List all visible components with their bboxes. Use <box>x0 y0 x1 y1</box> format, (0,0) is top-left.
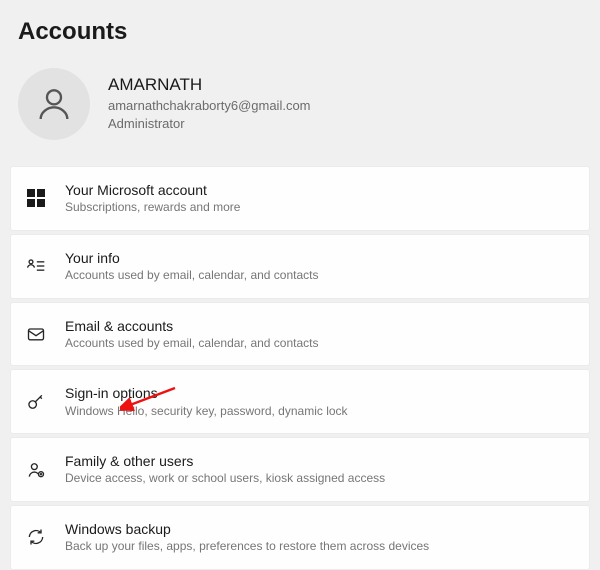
microsoft-icon <box>25 187 47 209</box>
row-your-info[interactable]: Your info Accounts used by email, calend… <box>10 234 590 299</box>
profile-block: AMARNATH amarnathchakraborty6@gmail.com … <box>18 68 590 140</box>
row-title: Your Microsoft account <box>65 181 240 199</box>
row-text: Family & other users Device access, work… <box>65 452 385 487</box>
profile-text: AMARNATH amarnathchakraborty6@gmail.com … <box>108 75 311 132</box>
row-text: Your info Accounts used by email, calend… <box>65 249 318 284</box>
row-title: Email & accounts <box>65 317 318 335</box>
row-sub: Accounts used by email, calendar, and co… <box>65 336 318 352</box>
key-icon <box>25 391 47 413</box>
family-icon <box>25 459 47 481</box>
row-text: Windows backup Back up your files, apps,… <box>65 520 429 555</box>
profile-email: amarnathchakraborty6@gmail.com <box>108 97 311 115</box>
avatar <box>18 68 90 140</box>
email-icon <box>25 323 47 345</box>
page-title: Accounts <box>18 18 590 46</box>
row-title: Family & other users <box>65 452 385 470</box>
row-text: Sign-in options Windows Hello, security … <box>65 384 348 419</box>
accounts-page: Accounts AMARNATH amarnathchakraborty6@g… <box>0 0 600 570</box>
backup-icon <box>25 526 47 548</box>
row-microsoft-account[interactable]: Your Microsoft account Subscriptions, re… <box>10 166 590 231</box>
person-icon <box>34 84 74 124</box>
row-title: Sign-in options <box>65 384 348 402</box>
row-sign-in-options[interactable]: Sign-in options Windows Hello, security … <box>10 369 590 434</box>
row-email-accounts[interactable]: Email & accounts Accounts used by email,… <box>10 302 590 367</box>
row-title: Your info <box>65 249 318 267</box>
row-text: Email & accounts Accounts used by email,… <box>65 317 318 352</box>
profile-name: AMARNATH <box>108 75 311 95</box>
row-sub: Back up your files, apps, preferences to… <box>65 539 429 555</box>
row-title: Windows backup <box>65 520 429 538</box>
profile-role: Administrator <box>108 115 311 133</box>
row-text: Your Microsoft account Subscriptions, re… <box>65 181 240 216</box>
row-sub: Device access, work or school users, kio… <box>65 471 385 487</box>
row-family-users[interactable]: Family & other users Device access, work… <box>10 437 590 502</box>
your-info-icon <box>25 255 47 277</box>
settings-list: Your Microsoft account Subscriptions, re… <box>10 166 590 570</box>
row-sub: Windows Hello, security key, password, d… <box>65 404 348 420</box>
row-windows-backup[interactable]: Windows backup Back up your files, apps,… <box>10 505 590 570</box>
row-sub: Subscriptions, rewards and more <box>65 200 240 216</box>
row-sub: Accounts used by email, calendar, and co… <box>65 268 318 284</box>
